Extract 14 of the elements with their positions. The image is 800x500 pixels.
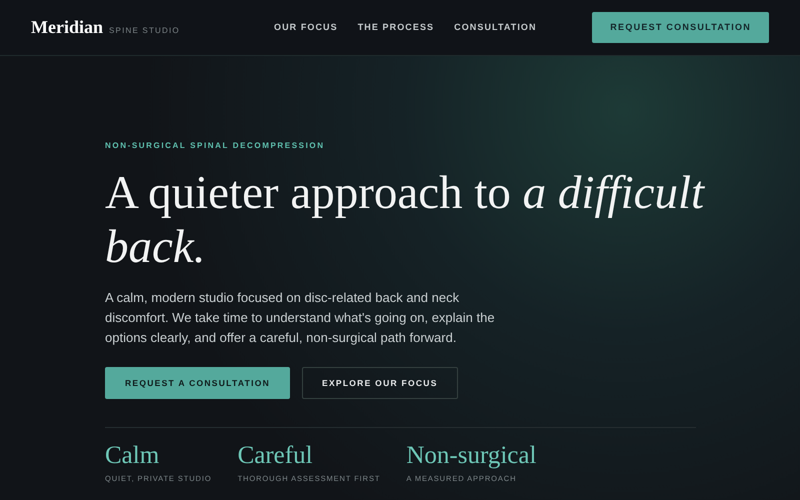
request-consultation-button[interactable]: REQUEST A CONSULTATION bbox=[105, 367, 290, 399]
stat-title: Careful bbox=[238, 442, 314, 470]
stat-title: Non-surgical bbox=[406, 442, 536, 470]
eyebrow-text: NON-SURGICAL SPINAL DECOMPRESSION bbox=[105, 140, 326, 152]
nav-link[interactable]: THE PROCESS bbox=[358, 20, 434, 34]
hero-heading: A quieter approach to a difficult back. bbox=[105, 166, 706, 274]
request-consultation-button[interactable]: REQUEST CONSULTATION bbox=[592, 12, 769, 43]
brand-subtitle: SPINE STUDIO bbox=[109, 25, 180, 37]
hero-description: A calm, modern studio focused on disc-related back and neck discomfort. We take time to understand what's going on, explain the options clearly, and offer a careful, non-surgical path forward. bbox=[105, 289, 496, 347]
stat-title: Calm bbox=[105, 442, 160, 470]
brand-name[interactable]: Meridian bbox=[31, 14, 103, 41]
nav-link[interactable]: CONSULTATION bbox=[454, 20, 537, 34]
nav-link[interactable]: OUR FOCUS bbox=[274, 20, 338, 34]
explore-focus-button[interactable]: EXPLORE OUR FOCUS bbox=[302, 367, 458, 399]
